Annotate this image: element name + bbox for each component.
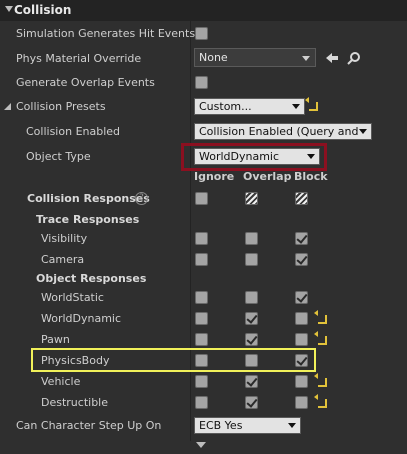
enabled-label: Collision Enabled [26,125,121,138]
chevron-down-icon [288,423,296,428]
responses-ignore-all[interactable] [195,192,208,205]
row-destructible: Destructible [0,392,407,413]
world-dynamic-block[interactable] [295,312,308,325]
expand-more-icon[interactable] [196,442,206,448]
overlap-label: Generate Overlap Events [16,76,155,89]
row-sim-hit: Simulation Generates Hit Events [0,23,407,44]
object-type-label: Object Type [26,150,91,163]
vehicle-overlap[interactable] [245,375,258,388]
world-static-ignore[interactable] [195,291,208,304]
object-responses-label: Object Responses [36,272,147,285]
destructible-block[interactable] [295,396,308,409]
row-step-up: Can Character Step Up On ECB Yes [0,415,407,436]
row-overlap: Generate Overlap Events [0,72,407,93]
responses-overlap-all[interactable] [245,192,258,205]
reset-to-default-icon[interactable] [314,394,327,408]
pawn-label: Pawn [41,333,70,346]
sim-hit-label: Simulation Generates Hit Events [16,27,196,40]
world-static-overlap[interactable] [245,291,258,304]
trace-responses-label: Trace Responses [36,213,140,226]
row-trace-header: Trace Responses [0,209,407,230]
physics-body-highlight-box [31,348,316,372]
sim-hit-checkbox[interactable] [195,27,208,40]
overlap-checkbox[interactable] [195,76,208,89]
vehicle-ignore[interactable] [195,375,208,388]
presets-value: Custom... [199,100,252,113]
visibility-block[interactable] [295,232,308,245]
collision-section-header[interactable]: Collision [0,0,407,21]
step-up-value: ECB Yes [199,419,243,432]
phys-mat-combo[interactable]: None [194,48,316,67]
row-vehicle: Vehicle [0,371,407,392]
reset-to-default-icon[interactable] [305,97,318,111]
row-camera: Camera [0,249,407,270]
world-static-block[interactable] [295,291,308,304]
block-column-header: Block [294,170,328,183]
vehicle-block[interactable] [295,375,308,388]
row-responses: Collision Responses [0,188,407,209]
world-dynamic-overlap[interactable] [245,312,258,325]
destructible-overlap[interactable] [245,396,258,409]
visibility-overlap[interactable] [245,232,258,245]
pawn-ignore[interactable] [195,333,208,346]
chevron-down-icon [292,104,300,109]
presets-label: Collision Presets [16,100,106,113]
reset-to-default-icon[interactable] [314,373,327,387]
row-enabled: Collision Enabled Collision Enabled (Que… [0,121,407,142]
world-dynamic-ignore[interactable] [195,312,208,325]
use-selected-arrow-icon[interactable] [325,52,339,64]
destructible-label: Destructible [41,396,108,409]
row-phys-mat: Phys Material Override None [0,47,407,68]
collapse-triangle-icon[interactable] [5,6,13,12]
world-dynamic-label: WorldDynamic [41,312,122,325]
chevron-down-icon [302,56,310,61]
phys-mat-value: None [199,51,228,64]
pawn-block[interactable] [295,333,308,346]
step-up-combo[interactable]: ECB Yes [194,417,301,434]
destructible-ignore[interactable] [195,396,208,409]
row-visibility: Visibility [0,228,407,249]
step-up-label: Can Character Step Up On [16,419,162,432]
phys-mat-label: Phys Material Override [16,52,142,65]
expand-triangle-icon[interactable] [4,103,12,111]
ignore-column-header: Ignore [194,170,235,183]
object-type-highlight-box [181,143,327,171]
row-object-header: Object Responses [0,268,407,289]
browse-search-icon[interactable] [347,51,361,65]
row-world-static: WorldStatic [0,287,407,308]
responses-label: Collision Responses [27,192,150,205]
enabled-value: Collision Enabled (Query and Pl [199,125,359,138]
camera-ignore[interactable] [195,253,208,266]
row-presets: Collision Presets Custom... [0,96,407,117]
reset-to-default-icon[interactable] [314,331,327,345]
pawn-overlap[interactable] [245,333,258,346]
visibility-label: Visibility [41,232,88,245]
overlap-column-header: Overlap [243,170,292,183]
details-panel: Collision Simulation Generates Hit Event… [0,0,407,454]
camera-overlap[interactable] [245,253,258,266]
vehicle-label: Vehicle [41,375,81,388]
chevron-down-icon [359,129,367,134]
camera-label: Camera [41,253,85,266]
world-static-label: WorldStatic [41,291,104,304]
reset-to-default-icon[interactable] [314,310,327,324]
section-title: Collision [14,3,72,17]
camera-block[interactable] [295,253,308,266]
visibility-ignore[interactable] [195,232,208,245]
row-pawn: Pawn [0,329,407,350]
presets-combo[interactable]: Custom... [194,98,305,115]
help-icon[interactable]: ? [135,192,148,205]
responses-block-all[interactable] [295,192,308,205]
enabled-combo[interactable]: Collision Enabled (Query and Pl [194,123,372,140]
row-world-dynamic: WorldDynamic [0,308,407,329]
